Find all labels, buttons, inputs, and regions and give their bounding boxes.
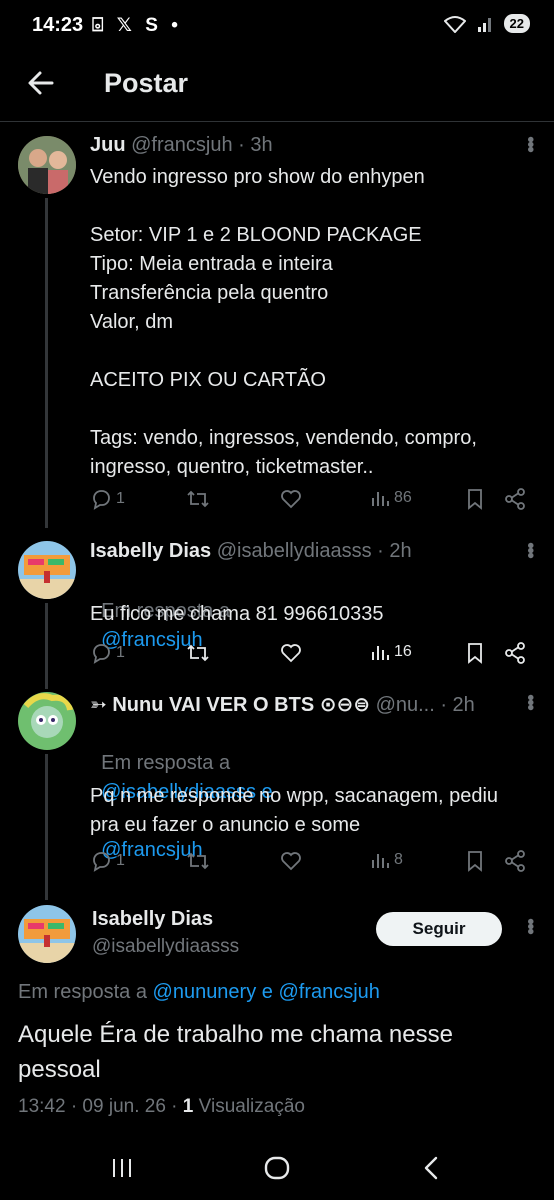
thread-line — [45, 603, 48, 689]
reply-context: Em resposta a @nununery e @francsjuh — [18, 981, 380, 1004]
views-count: 1 — [182, 1096, 194, 1117]
more-icon[interactable]: ••• — [518, 918, 541, 933]
repost-button[interactable] — [186, 488, 210, 510]
thread-line — [45, 198, 48, 528]
analytics-icon — [372, 854, 389, 868]
reply-prefix: Em resposta a — [18, 981, 147, 1003]
back-icon[interactable] — [420, 1154, 444, 1182]
status-bar: 14:23 ⌻ 𝕏 S • 22 — [0, 0, 554, 52]
reply-icon — [93, 852, 110, 872]
views-button[interactable]: 16 — [370, 642, 412, 662]
reply-button[interactable]: 1 — [90, 488, 125, 510]
author-handle[interactable]: @isabellydiaasss — [217, 540, 372, 562]
like-button[interactable] — [280, 488, 302, 510]
back-arrow-icon[interactable] — [26, 68, 56, 98]
avatar[interactable] — [18, 541, 76, 599]
like-button[interactable] — [280, 642, 302, 664]
mention-link[interactable]: @nununery e @francsjuh — [153, 981, 380, 1003]
status-right: 22 — [443, 14, 530, 33]
follow-button[interactable]: Seguir — [376, 912, 502, 946]
tweet-text: Eu fico me chama 81 996610335 — [90, 603, 384, 625]
repost-icon — [187, 852, 209, 870]
views-count: 8 — [394, 851, 403, 868]
tweet-header: ➳ Nunu VAI VER O BTS ⊙⊖⊜ @nu... · 2h — [90, 692, 475, 717]
reply-count: 1 — [116, 852, 125, 869]
share-icon[interactable] — [504, 850, 526, 872]
android-nav-bar — [0, 1136, 554, 1200]
bookmark-icon[interactable] — [465, 642, 485, 664]
thread-line — [45, 754, 48, 900]
heart-icon — [281, 852, 301, 871]
tweet-actions: 1 8 — [90, 850, 530, 880]
share-icon[interactable] — [504, 488, 526, 510]
home-icon[interactable] — [263, 1154, 291, 1182]
views-button[interactable]: 8 — [370, 850, 403, 870]
like-button[interactable] — [280, 850, 302, 872]
main-tweet-text: Aquele Éra de trabalho me chama nesse pe… — [18, 1021, 453, 1083]
avatar[interactable] — [18, 905, 76, 963]
tweet-text: Vendo ingresso pro show do enhypen Setor… — [90, 166, 477, 478]
author-name[interactable]: Juu — [90, 134, 126, 156]
tweet-time: · 2h — [440, 694, 475, 716]
tweet-text: Pq n me responde no wpp, sacanagem, pedi… — [90, 785, 499, 836]
bookmark-icon[interactable] — [465, 488, 485, 510]
top-header — [0, 52, 554, 122]
heart-icon — [281, 644, 301, 663]
author-name[interactable]: ➳ Nunu VAI VER O BTS ⊙⊖⊜ — [90, 694, 370, 716]
more-icon[interactable]: ••• — [518, 694, 541, 709]
repost-icon — [187, 644, 209, 662]
main-author-name[interactable]: Isabelly Dias — [92, 908, 213, 931]
heart-icon — [281, 490, 301, 509]
share-icon[interactable] — [504, 642, 526, 664]
views-button[interactable]: 86 — [370, 488, 412, 508]
status-time: 14:23 — [32, 14, 84, 36]
more-icon[interactable]: ••• — [518, 542, 541, 557]
repost-button[interactable] — [186, 642, 210, 664]
reply-icon — [93, 490, 110, 510]
author-handle[interactable]: @nu... — [376, 694, 435, 716]
timestamp: 13:42 · 09 jun. 26 · — [18, 1096, 178, 1117]
analytics-icon — [372, 492, 389, 506]
views-count: 16 — [394, 643, 412, 660]
notification-icons: ⌻ 𝕏 S • — [92, 15, 182, 36]
signal-icon — [477, 17, 491, 32]
reply-prefix: Em resposta a — [101, 752, 231, 774]
tweet-time: · 2h — [377, 540, 412, 562]
reply-icon — [93, 644, 110, 664]
avatar[interactable] — [18, 692, 76, 750]
tweet-header: Isabelly Dias @isabellydiaasss · 2h — [90, 540, 412, 563]
tweet-actions: 1 16 — [90, 642, 530, 672]
wifi-icon — [443, 15, 466, 33]
repost-icon — [187, 490, 209, 508]
reply-button[interactable]: 1 — [90, 642, 125, 664]
views-label: Visualização — [198, 1096, 305, 1117]
more-icon[interactable]: ••• — [518, 136, 541, 151]
analytics-icon — [372, 646, 389, 660]
battery-icon: 22 — [503, 14, 530, 33]
reply-count: 1 — [116, 644, 125, 661]
author-handle[interactable]: @francsjuh — [131, 134, 232, 156]
tweet-header: Juu @francsjuh · 3h — [90, 134, 273, 157]
author-name[interactable]: Isabelly Dias — [90, 540, 211, 562]
author-name[interactable]: Isabelly Dias — [92, 908, 213, 930]
tweet-time: · 3h — [238, 134, 273, 156]
main-author-handle[interactable]: @isabellydiaasss — [92, 936, 239, 958]
avatar[interactable] — [18, 136, 76, 194]
recent-apps-icon[interactable] — [110, 1156, 134, 1180]
bookmark-icon[interactable] — [465, 850, 485, 872]
reply-count: 1 — [116, 490, 125, 507]
reply-button[interactable]: 1 — [90, 850, 125, 872]
page-title: Postar — [104, 68, 189, 98]
views-count: 86 — [394, 489, 412, 506]
tweet-actions: 1 86 — [90, 488, 530, 518]
tweet-meta: 13:42 · 09 jun. 26 · 1 Visualização — [18, 1096, 305, 1118]
repost-button[interactable] — [186, 850, 210, 872]
